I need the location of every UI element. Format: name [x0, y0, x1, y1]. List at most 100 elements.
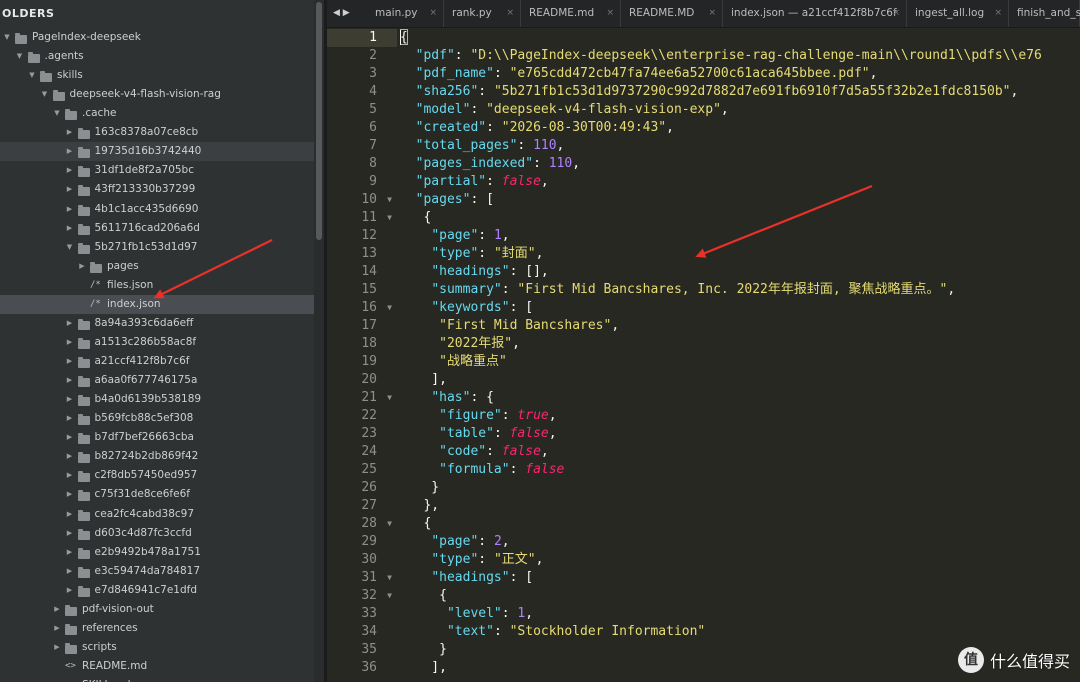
code-line[interactable]: "type": "封面", [400, 245, 543, 263]
chevron-down-icon[interactable]: ▼ [2, 28, 12, 47]
close-tab-icon[interactable]: × [606, 0, 614, 27]
code-editor[interactable]: 1 2 3 4 5 6 7 8 9 10 ▼ 11 ▼ 12 13 14 15 16 ▼ 17 18 19 20 21 ▼ 22 2… [327, 28, 1080, 682]
chevron-down-icon[interactable]: ▼ [52, 104, 62, 123]
code-line[interactable]: "formula": false [400, 461, 564, 479]
tab-nav-arrows[interactable]: ◀ ▶ [333, 0, 350, 27]
fold-arrow-icon[interactable]: ▼ [387, 587, 392, 605]
code-line[interactable]: "pages_indexed": 110, [400, 155, 580, 173]
chevron-right-icon[interactable]: ▶ [65, 390, 75, 409]
code-line[interactable]: "pdf": "D:\\PageIndex-deepseek\\enterpri… [400, 47, 1042, 65]
tree-folder[interactable]: ▶ b569fcb88c5ef308 [0, 409, 324, 428]
tree-folder[interactable]: ▶ a6aa0f677746175a [0, 371, 324, 390]
tab-item[interactable]: rank.py × [444, 0, 521, 27]
fold-arrow-icon[interactable]: ▼ [387, 209, 392, 227]
tree-folder[interactable]: ▶ c2f8db57450ed957 [0, 466, 324, 485]
tree-folder[interactable]: ▼ .cache [0, 104, 324, 123]
chevron-right-icon[interactable]: ▶ [77, 257, 87, 276]
tree-folder[interactable]: ▶ c75f31de8ce6fe6f [0, 485, 324, 504]
tree-file[interactable]: <> SKILL.md [0, 676, 324, 682]
tab-item[interactable]: main.py × [367, 0, 444, 27]
code-line[interactable]: "type": "正文", [400, 551, 543, 569]
code-line[interactable]: "partial": false, [400, 173, 549, 191]
close-tab-icon[interactable]: × [708, 0, 716, 27]
chevron-right-icon[interactable]: ▶ [65, 161, 75, 180]
tree-folder[interactable]: ▶ e3c59474da784817 [0, 562, 324, 581]
code-line[interactable]: "summary": "First Mid Bancshares, Inc. 2… [400, 281, 955, 299]
code-line[interactable]: "pdf_name": "e765cdd472cb47fa74ee6a52700… [400, 65, 878, 83]
chevron-right-icon[interactable]: ▶ [65, 142, 75, 161]
tree-file[interactable]: <> README.md [0, 657, 324, 676]
chevron-right-icon[interactable]: ▶ [52, 638, 62, 657]
chevron-right-icon[interactable]: ▶ [65, 180, 75, 199]
code-line[interactable]: "2022年报", [400, 335, 520, 353]
chevron-right-icon[interactable]: ▶ [65, 219, 75, 238]
tree-folder[interactable]: ▶ e7d846941c7e1dfd [0, 581, 324, 600]
tree-folder[interactable]: ▶ 163c8378a07ce8cb [0, 123, 324, 142]
tree-folder[interactable]: ▶ references [0, 619, 324, 638]
code-line[interactable]: } [400, 479, 439, 497]
tree-folder[interactable]: ▶ 31df1de8f2a705bc [0, 161, 324, 180]
code-line[interactable]: "figure": true, [400, 407, 556, 425]
tree-folder[interactable]: ▶ d603c4d87fc3ccfd [0, 524, 324, 543]
code-line[interactable]: "total_pages": 110, [400, 137, 565, 155]
code-line[interactable]: { [400, 515, 431, 533]
code-line[interactable]: "model": "deepseek-v4-flash-vision-exp", [400, 101, 729, 119]
chevron-right-icon[interactable]: ▶ [65, 447, 75, 466]
close-tab-icon[interactable]: × [994, 0, 1002, 27]
tab-item[interactable]: index.json — a21ccf412f8b7c6f × [723, 0, 907, 27]
chevron-right-icon[interactable]: ▶ [65, 524, 75, 543]
chevron-right-icon[interactable]: ▶ [52, 600, 62, 619]
chevron-right-icon[interactable]: ▶ [52, 619, 62, 638]
code-line[interactable]: "created": "2026-08-30T00:49:43", [400, 119, 674, 137]
chevron-right-icon[interactable]: ▶ [65, 543, 75, 562]
code-line[interactable]: "text": "Stockholder Information" [400, 623, 705, 641]
code-line[interactable]: { [400, 587, 447, 605]
code-line[interactable]: "has": { [400, 389, 494, 407]
tree-folder[interactable]: ▼ deepseek-v4-flash-vision-rag [0, 85, 324, 104]
tree-folder[interactable]: ▼ PageIndex-deepseek [0, 28, 324, 47]
close-tab-icon[interactable]: × [892, 0, 900, 27]
chevron-down-icon[interactable]: ▼ [40, 85, 50, 104]
code-line[interactable]: { [400, 209, 431, 227]
tree-folder[interactable]: ▶ b82724b2db869f42 [0, 447, 324, 466]
code-line[interactable]: "level": 1, [400, 605, 533, 623]
tree-folder[interactable]: ▶ 19735d16b3742440 [0, 142, 324, 162]
tree-folder[interactable]: ▶ 8a94a393c6da6eff [0, 314, 324, 333]
chevron-right-icon[interactable]: ▶ [65, 352, 75, 371]
fold-arrow-icon[interactable]: ▼ [387, 191, 392, 209]
chevron-right-icon[interactable]: ▶ [65, 505, 75, 524]
tree-folder[interactable]: ▶ 43ff213330b37299 [0, 180, 324, 199]
fold-arrow-icon[interactable]: ▼ [387, 515, 392, 533]
tree-folder[interactable]: ▶ scripts [0, 638, 324, 657]
chevron-right-icon[interactable]: ▶ [65, 581, 75, 600]
chevron-right-icon[interactable]: ▶ [65, 562, 75, 581]
code-line[interactable]: ], [400, 659, 447, 677]
sidebar-scrollbar-thumb[interactable] [316, 2, 322, 240]
tree-folder[interactable]: ▶ pdf-vision-out [0, 600, 324, 619]
chevron-right-icon[interactable]: ▶ [65, 409, 75, 428]
tree-file[interactable]: /* files.json [0, 276, 324, 295]
tree-folder[interactable]: ▶ cea2fc4cabd38c97 [0, 505, 324, 524]
code-line[interactable]: "First Mid Bancshares", [400, 317, 619, 335]
tree-file[interactable]: /* index.json [0, 294, 324, 314]
code-line[interactable]: }, [400, 497, 439, 515]
code-line[interactable]: "page": 2, [400, 533, 509, 551]
chevron-right-icon[interactable]: ▶ [65, 485, 75, 504]
tab-item[interactable]: finish_and_sc [1009, 0, 1080, 27]
tree-folder[interactable]: ▶ a21ccf412f8b7c6f [0, 352, 324, 371]
fold-arrow-icon[interactable]: ▼ [387, 299, 392, 317]
chevron-down-icon[interactable]: ▼ [15, 47, 25, 66]
chevron-right-icon[interactable]: ▶ [65, 314, 75, 333]
code-line[interactable]: "sha256": "5b271fb1c53d1d9737290c992d788… [400, 83, 1019, 101]
chevron-down-icon[interactable]: ▼ [27, 66, 37, 85]
code-line[interactable]: "table": false, [400, 425, 556, 443]
tree-folder[interactable]: ▶ b7df7bef26663cba [0, 428, 324, 447]
code-line[interactable]: "code": false, [400, 443, 549, 461]
tree-folder[interactable]: ▶ 5611716cad206a6d [0, 219, 324, 238]
code-line[interactable]: ], [400, 371, 447, 389]
close-tab-icon[interactable]: × [506, 0, 514, 27]
chevron-down-icon[interactable]: ▼ [65, 238, 75, 257]
fold-arrow-icon[interactable]: ▼ [387, 569, 392, 587]
close-tab-icon[interactable]: × [429, 0, 437, 27]
chevron-right-icon[interactable]: ▶ [65, 123, 75, 142]
